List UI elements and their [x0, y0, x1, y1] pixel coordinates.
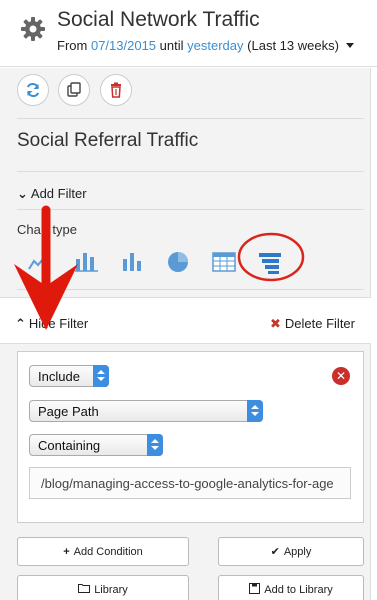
filter-condition-box: Include ✕ Page Path Containing /blog/man…: [17, 351, 364, 523]
hide-filter-toggle[interactable]: ⌃ Hide Filter: [15, 316, 88, 332]
bar-chart-icon[interactable]: [120, 249, 146, 275]
select-arrows-icon: [93, 365, 109, 387]
apply-label: Apply: [283, 545, 312, 558]
dimension-select[interactable]: Page Path: [29, 400, 263, 422]
apply-button[interactable]: ✔ Apply: [218, 537, 364, 566]
end-date-link[interactable]: yesterday: [187, 38, 243, 53]
save-icon: [249, 582, 261, 597]
hide-filter-label: Hide Filter: [28, 316, 89, 331]
divider: [17, 171, 364, 172]
delete-filter-button[interactable]: ✖ Delete Filter: [270, 316, 355, 332]
stacked-bar-chart-icon[interactable]: [74, 249, 100, 275]
library-button[interactable]: Library: [17, 575, 189, 600]
pie-chart-icon[interactable]: [165, 249, 191, 275]
add-to-library-button[interactable]: Add to Library: [218, 575, 364, 600]
add-filter-label: Add Filter: [30, 186, 87, 201]
include-select[interactable]: Include: [29, 365, 109, 387]
divider: [17, 209, 364, 210]
caret-down-icon[interactable]: [345, 43, 354, 48]
add-condition-button[interactable]: + Add Condition: [17, 537, 189, 566]
date-mid: until: [159, 38, 184, 53]
copy-icon: [67, 82, 81, 97]
page-title: Social Network Traffic: [57, 8, 260, 31]
report-header: Social Network Traffic From 07/13/2015 u…: [0, 0, 377, 67]
line-chart-icon[interactable]: [28, 249, 44, 275]
add-to-library-label: Add to Library: [264, 583, 333, 596]
date-range-label: (Last 13 weeks): [247, 38, 339, 53]
gear-icon[interactable]: [20, 16, 46, 42]
table-chart-icon[interactable]: [211, 249, 237, 275]
plus-icon: +: [63, 545, 70, 558]
filter-value-input[interactable]: /blog/managing-access-to-google-analytic…: [29, 467, 351, 499]
add-condition-label: Add Condition: [73, 545, 143, 558]
delete-filter-label: Delete Filter: [284, 316, 355, 331]
chevron-up-icon: ⌃: [15, 316, 26, 331]
select-arrows-icon: [147, 434, 163, 456]
match-type-select[interactable]: Containing: [29, 434, 163, 456]
include-select-value: Include: [38, 369, 80, 384]
start-date-link[interactable]: 07/13/2015: [91, 38, 156, 53]
check-icon: ✔: [270, 546, 280, 558]
divider: [17, 118, 364, 119]
trash-icon: [111, 82, 121, 98]
select-arrows-icon: [247, 400, 263, 422]
chart-type-label: Chart type: [17, 222, 77, 237]
report-title: Social Referral Traffic: [17, 130, 199, 151]
folder-icon: [78, 583, 91, 596]
date-prefix: From: [57, 38, 88, 53]
match-type-select-value: Containing: [38, 438, 101, 453]
close-icon: ✖: [270, 316, 281, 331]
copy-button[interactable]: [58, 74, 90, 106]
dimension-select-value: Page Path: [38, 404, 99, 419]
remove-condition-icon[interactable]: ✕: [332, 367, 350, 385]
add-filter-toggle[interactable]: ⌄ Add Filter: [17, 186, 87, 202]
filter-header: ⌃ Hide Filter ✖ Delete Filter: [0, 297, 371, 344]
funnel-chart-icon[interactable]: [257, 249, 283, 275]
refresh-button[interactable]: [17, 74, 49, 106]
divider: [17, 289, 364, 290]
delete-report-button[interactable]: [100, 74, 132, 106]
library-label: Library: [94, 583, 128, 596]
chevron-down-icon: ⌄: [17, 186, 28, 201]
date-range-selector[interactable]: From 07/13/2015 until yesterday (Last 13…: [57, 38, 354, 53]
refresh-icon: [26, 83, 40, 97]
